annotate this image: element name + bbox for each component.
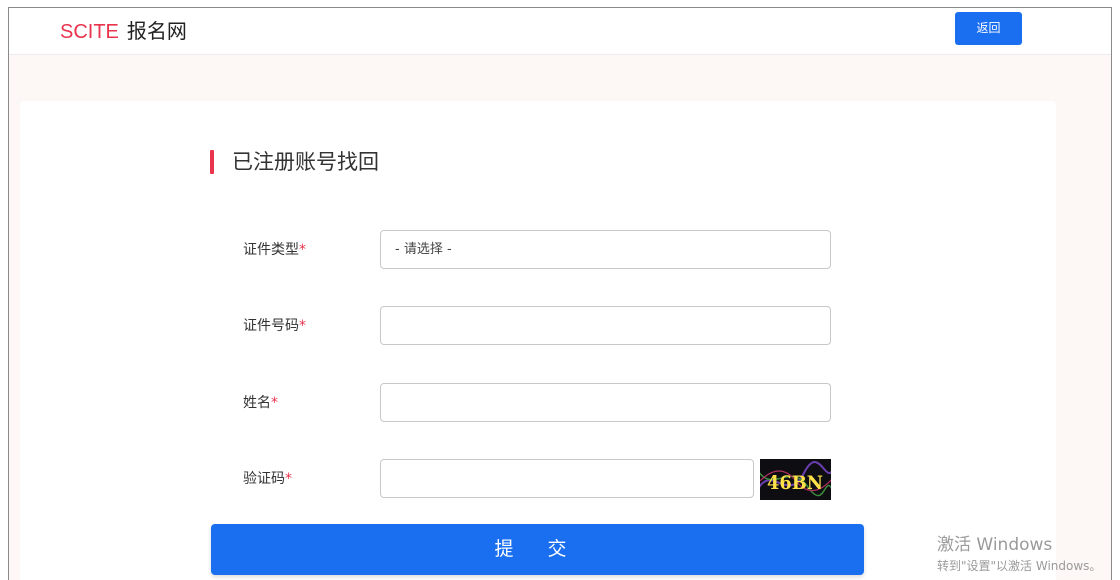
site-name: 报名网: [126, 19, 187, 43]
row-id-type: 证件类型* - 请选择 -: [20, 230, 1056, 270]
site-logo[interactable]: SCITE 报名网: [60, 19, 187, 44]
row-id-number: 证件号码*: [20, 306, 1056, 346]
required-mark: *: [299, 242, 306, 258]
row-name: 姓名*: [20, 383, 1056, 423]
captcha-input[interactable]: [380, 459, 754, 498]
captcha-label: 验证码*: [243, 469, 292, 489]
id-number-label: 证件号码*: [243, 316, 306, 336]
brand-name: SCITE: [60, 21, 119, 43]
name-label: 姓名*: [243, 393, 278, 413]
submit-button[interactable]: 提 交: [211, 524, 864, 575]
title-accent-bar: [210, 150, 214, 174]
id-type-select[interactable]: - 请选择 -: [380, 230, 831, 269]
id-type-label: 证件类型*: [243, 240, 306, 260]
watermark-line-2: 转到"设置"以激活 Windows。: [937, 559, 1102, 573]
row-captcha: 验证码* 46BN: [20, 459, 1056, 500]
name-label-text: 姓名: [243, 395, 271, 411]
captcha-label-text: 验证码: [243, 471, 285, 487]
form-card: 已注册账号找回 证件类型* - 请选择 - 证件号码* 姓名* 验证码* 46B…: [20, 101, 1056, 580]
captcha-char: 46BN: [767, 472, 823, 494]
id-type-label-text: 证件类型: [243, 242, 299, 258]
required-mark: *: [299, 318, 306, 334]
id-number-input[interactable]: [380, 306, 831, 345]
captcha-graphic: 46BN: [760, 459, 831, 500]
required-mark: *: [285, 471, 292, 487]
required-mark: *: [271, 395, 278, 411]
watermark-line-1: 激活 Windows: [937, 535, 1053, 555]
page-title-text: 已注册账号找回: [232, 150, 379, 174]
name-input[interactable]: [380, 383, 831, 422]
back-button[interactable]: 返回: [955, 12, 1022, 45]
captcha-image[interactable]: 46BN: [760, 459, 831, 500]
windows-activation-watermark: 激活 Windows 转到"设置"以激活 Windows。: [937, 534, 1101, 574]
browser-page: SCITE 报名网 返回 已注册账号找回 证件类型* - 请选择 - 证件号码* …: [8, 7, 1112, 580]
page-title: 已注册账号找回: [210, 148, 379, 176]
id-number-label-text: 证件号码: [243, 318, 299, 334]
top-header: SCITE 报名网 返回: [9, 8, 1111, 55]
